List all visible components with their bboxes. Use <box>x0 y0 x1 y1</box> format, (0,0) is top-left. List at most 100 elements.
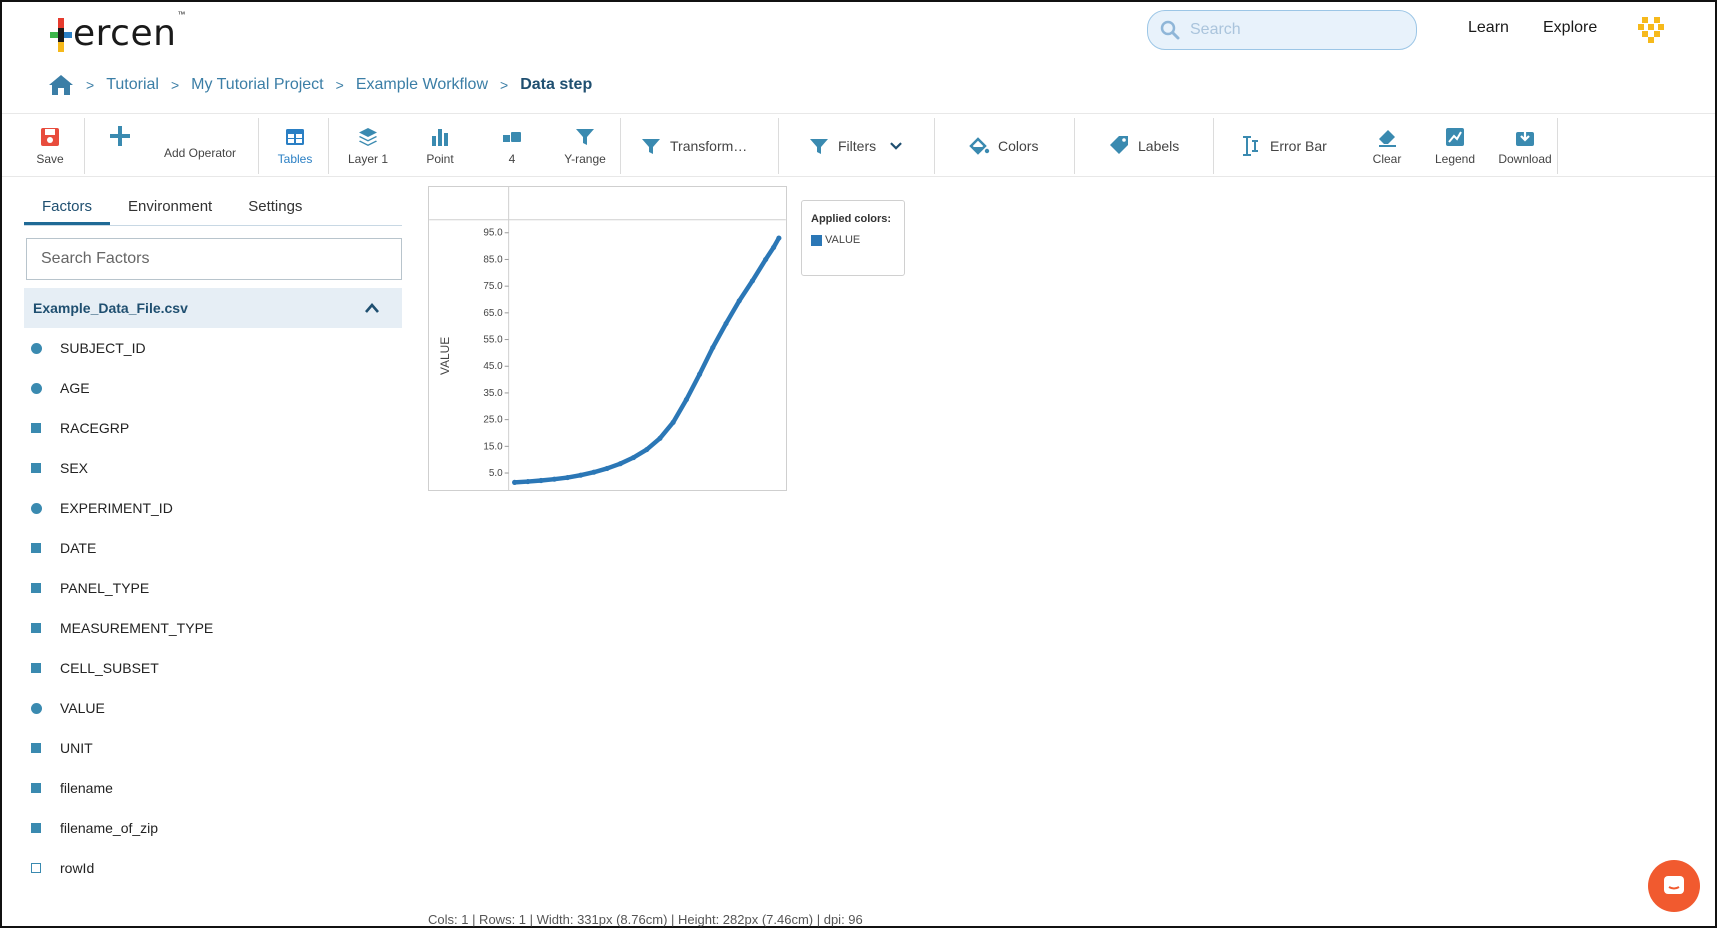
tercen-logo[interactable]: ercen ™ <box>50 10 185 52</box>
factor-item[interactable]: SUBJECT_ID <box>30 328 390 368</box>
bar-chart-icon <box>432 129 448 146</box>
factor-label: UNIT <box>60 740 93 756</box>
tab-environment[interactable]: Environment <box>110 196 230 225</box>
search-factors-field[interactable] <box>26 238 402 280</box>
logo-cross-icon <box>50 18 72 52</box>
data-point <box>604 465 610 472</box>
labels-button[interactable]: Labels <box>1108 114 1188 178</box>
factor-label: filename_of_zip <box>60 820 159 836</box>
global-search-input[interactable] <box>1190 21 1390 39</box>
chat-button[interactable] <box>1648 860 1700 912</box>
factor-marker <box>30 702 42 714</box>
factor-item[interactable]: CELL_SUBSET <box>30 648 390 688</box>
y-range-button[interactable]: Y-range <box>560 114 610 178</box>
factor-item[interactable]: AGE <box>30 368 390 408</box>
factor-item[interactable]: RACEGRP <box>30 408 390 448</box>
clear-button[interactable]: Clear <box>1370 114 1404 178</box>
plus-icon <box>110 126 130 146</box>
filters-button[interactable]: Filters <box>808 114 914 178</box>
factor-square-icon <box>31 463 41 473</box>
y-tick-label: 45.0 <box>483 361 503 372</box>
left-panel-tabs: Factors Environment Settings <box>24 196 402 226</box>
add-operator-icon-button[interactable] <box>108 106 132 170</box>
transform-label: Transform… <box>670 138 748 154</box>
labels-label: Labels <box>1138 138 1180 154</box>
factor-item[interactable]: filename <box>30 768 390 808</box>
save-button[interactable]: Save <box>30 114 70 178</box>
learn-link[interactable]: Learn <box>1468 19 1509 37</box>
filters-label: Filters <box>838 138 877 154</box>
tables-button[interactable]: Tables <box>272 114 318 178</box>
factor-label: DATE <box>60 540 97 556</box>
y-axis-label: VALUE <box>438 337 452 375</box>
factor-marker <box>30 863 42 873</box>
y-tick-label: 75.0 <box>483 281 503 292</box>
factor-item[interactable]: VALUE <box>30 688 390 728</box>
breadcrumb: > Tutorial > My Tutorial Project > Examp… <box>48 74 592 96</box>
applied-colors-legend: Applied colors: VALUE <box>801 200 905 276</box>
add-operator-label: Add Operator <box>163 146 237 160</box>
error-bar-button[interactable]: Error Bar <box>1240 114 1334 178</box>
scatter-plot[interactable]: VALUE 5.0 15.0 25.0 35.0 45.0 55.0 65.0 75.0 85.0… <box>428 186 787 491</box>
point-button[interactable]: Point <box>420 114 460 178</box>
home-icon[interactable] <box>48 74 74 96</box>
paint-bucket-icon <box>969 137 990 155</box>
tab-settings[interactable]: Settings <box>230 196 320 225</box>
transform-button[interactable]: Transform… <box>640 114 760 178</box>
user-avatar-icon[interactable] <box>1638 17 1664 43</box>
layer-button[interactable]: Layer 1 <box>342 114 394 178</box>
download-label: Download <box>1498 152 1552 166</box>
data-point <box>683 397 689 403</box>
y-tick-label: 65.0 <box>483 308 503 319</box>
search-factors-input[interactable] <box>41 250 381 268</box>
factor-item[interactable]: filename_of_zip <box>30 808 390 848</box>
data-point <box>763 256 769 263</box>
factor-item[interactable]: EXPERIMENT_ID <box>30 488 390 528</box>
tab-factors[interactable]: Factors <box>24 196 111 225</box>
breadcrumb-tutorial[interactable]: Tutorial <box>106 76 159 94</box>
chevron-up-icon[interactable] <box>364 302 380 314</box>
colors-button[interactable]: Colors <box>968 114 1048 178</box>
factor-item[interactable]: SEX <box>30 448 390 488</box>
factor-item[interactable]: DATE <box>30 528 390 568</box>
status-bar: Cols: 1 | Rows: 1 | Width: 331px (8.76cm… <box>428 912 863 927</box>
blocks-icon <box>503 132 521 142</box>
tables-label: Tables <box>277 152 313 166</box>
add-operator-button[interactable]: Add Operator <box>158 121 242 185</box>
count-button[interactable]: 4 <box>496 114 528 178</box>
toolbar-divider <box>1074 118 1075 174</box>
explore-link[interactable]: Explore <box>1543 19 1597 37</box>
factor-square-icon <box>31 823 41 833</box>
factor-list: SUBJECT_ID AGE RACEGRP SEX EXPERIMENT_ID DATE… <box>30 328 390 888</box>
data-point <box>776 235 782 241</box>
factor-label: EXPERIMENT_ID <box>60 500 173 516</box>
table-icon <box>286 129 304 145</box>
factor-label: VALUE <box>60 700 105 716</box>
breadcrumb-project[interactable]: My Tutorial Project <box>191 76 323 94</box>
download-button[interactable]: Download <box>1494 114 1556 178</box>
factor-item[interactable]: rowId <box>30 848 390 888</box>
toolbar-divider <box>620 118 621 174</box>
global-search[interactable] <box>1147 10 1417 50</box>
toolbar-divider <box>258 118 259 174</box>
data-point <box>644 446 650 453</box>
data-point <box>657 435 663 441</box>
data-point <box>697 371 703 377</box>
factor-item[interactable]: PANEL_TYPE <box>30 568 390 608</box>
toolbar-divider <box>1557 118 1558 174</box>
data-point <box>512 479 518 485</box>
logo-text: ercen <box>73 13 177 54</box>
breadcrumb-workflow[interactable]: Example Workflow <box>356 76 488 94</box>
y-tick-label: 85.0 <box>483 254 503 265</box>
y-tick-label: 15.0 <box>483 441 503 452</box>
factor-item[interactable]: UNIT <box>30 728 390 768</box>
save-label: Save <box>36 152 64 166</box>
breadcrumb-separator: > <box>170 77 180 93</box>
legend-button[interactable]: Legend <box>1432 114 1478 178</box>
data-point <box>736 298 742 304</box>
breadcrumb-separator: > <box>335 77 344 93</box>
factor-item[interactable]: MEASUREMENT_TYPE <box>30 608 390 648</box>
count-label: 4 <box>508 152 516 166</box>
data-file-header[interactable]: Example_Data_File.csv <box>24 288 402 328</box>
legend-title: Applied colors: <box>811 213 892 225</box>
